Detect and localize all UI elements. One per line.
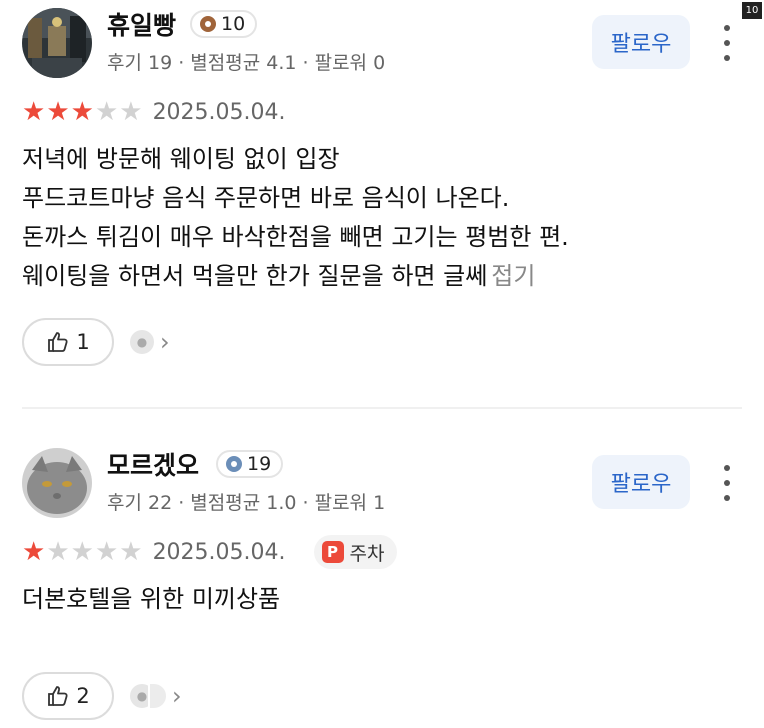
star-empty-icon: ★ <box>46 537 70 567</box>
review-date: 2025.05.04. <box>152 99 286 125</box>
user-icon <box>148 682 168 710</box>
parking-icon: P <box>321 541 344 563</box>
review-actions: 2 ● › <box>22 672 182 720</box>
star-empty-icon: ★ <box>94 97 119 127</box>
level-icon <box>200 16 216 32</box>
likers[interactable]: ● › <box>128 328 170 356</box>
chevron-right-icon: › <box>172 682 182 710</box>
thumbs-up-icon <box>48 686 68 706</box>
username[interactable]: 휴일빵 <box>107 6 176 42</box>
like-count: 2 <box>76 684 90 708</box>
user-stats: 후기 19 · 별점평균 4.1 · 팔로워 0 <box>107 52 386 74</box>
level-value: 10 <box>221 13 246 35</box>
star-rating: ★ ★ ★ ★ ★ <box>22 539 143 565</box>
like-button[interactable]: 1 <box>22 318 114 366</box>
review-text: 더본호텔을 위한 미끼상품 <box>22 580 280 619</box>
user-icon: ● <box>128 328 156 356</box>
thumbs-up-icon <box>48 332 68 352</box>
username[interactable]: 모르겠오 <box>107 446 199 482</box>
follow-button[interactable]: 팔로우 <box>592 455 690 509</box>
more-vertical-icon[interactable] <box>720 25 734 61</box>
divider <box>22 407 742 409</box>
like-button[interactable]: 2 <box>22 672 114 720</box>
level-value: 19 <box>247 453 272 475</box>
avatar[interactable] <box>22 448 92 518</box>
star-filled-icon: ★ <box>46 97 70 127</box>
more-vertical-icon[interactable] <box>720 465 734 501</box>
review-line: 푸드코트마냥 음식 주문하면 바로 음식이 나온다. <box>22 184 510 212</box>
review-actions: 1 ● › <box>22 318 170 366</box>
avatar[interactable] <box>22 8 92 78</box>
follow-button[interactable]: 팔로우 <box>592 15 690 69</box>
star-filled-icon: ★ <box>70 97 94 127</box>
review-line-text: 웨이팅을 하면서 먹을만 한가 질문을 하면 글쎄 <box>22 262 488 290</box>
level-badge: 10 <box>190 10 258 38</box>
review-line: 돈까스 튀김이 매우 바삭한점을 빼면 고기는 평범한 편. <box>22 223 569 251</box>
rating-row: ★ ★ ★ ★ ★ 2025.05.04. P 주차 <box>22 535 397 569</box>
review-line: 저녁에 방문해 웨이팅 없이 입장 <box>22 145 340 173</box>
star-filled-icon: ★ <box>22 97 46 127</box>
star-empty-icon: ★ <box>119 537 143 567</box>
star-rating: ★ ★ ★ ★ ★ <box>22 99 143 125</box>
level-icon <box>226 456 242 472</box>
review-text: 저녁에 방문해 웨이팅 없이 입장 푸드코트마냥 음식 주문하면 바로 음식이 … <box>22 140 569 296</box>
review-line: 더본호텔을 위한 미끼상품 <box>22 585 281 613</box>
rating-row: ★ ★ ★ ★ ★ 2025.05.04. <box>22 96 286 128</box>
likers[interactable]: ● › <box>128 682 182 710</box>
like-count: 1 <box>76 330 90 354</box>
corner-badge: 10 <box>742 2 762 19</box>
star-empty-icon: ★ <box>94 537 119 567</box>
review-line: 웨이팅을 하면서 먹을만 한가 질문을 하면 글쎄 접기 <box>22 257 569 296</box>
star-filled-icon: ★ <box>22 537 46 567</box>
level-badge: 19 <box>216 450 284 478</box>
star-empty-icon: ★ <box>70 537 94 567</box>
user-stats: 후기 22 · 별점평균 1.0 · 팔로워 1 <box>107 492 386 514</box>
chevron-right-icon: › <box>160 328 170 356</box>
keyword-tag[interactable]: P 주차 <box>313 535 397 569</box>
tag-label: 주차 <box>349 542 385 565</box>
review-date: 2025.05.04. <box>152 539 286 565</box>
fold-link[interactable]: 접기 <box>491 262 535 290</box>
star-empty-icon: ★ <box>119 97 143 127</box>
